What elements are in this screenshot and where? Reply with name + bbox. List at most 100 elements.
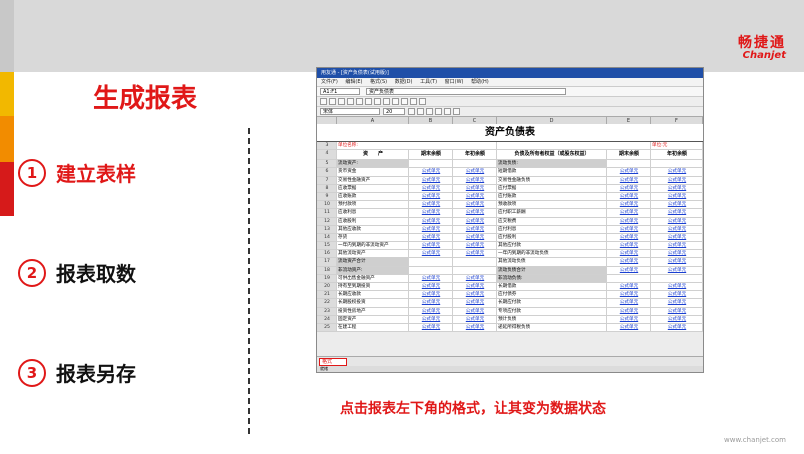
asset-item[interactable]: 应收账款 [337,192,409,201]
asset-item[interactable]: 流动资产合计 [337,258,409,266]
menu-tools[interactable]: 工具(T) [420,79,437,85]
formula-cell[interactable]: 公式单元 [409,242,453,250]
asset-item[interactable]: 货币资金 [337,168,409,176]
formula-cell[interactable]: 公式单元 [651,266,703,274]
menu-file[interactable]: 文件(F) [321,79,338,85]
liability-item[interactable]: 应付票据 [497,184,607,192]
formula-cell[interactable]: 公式单元 [607,184,651,192]
formula-cell[interactable]: 公式单元 [651,184,703,192]
formula-cell[interactable]: 公式单元 [607,283,651,291]
formula-cell[interactable]: 公式单元 [453,201,497,209]
asset-item[interactable]: 应收股利 [337,217,409,225]
formula-cell[interactable]: 公式单元 [607,192,651,201]
formula-cell[interactable]: 公式单元 [607,315,651,323]
formula-cell[interactable]: 公式单元 [651,209,703,217]
sum-icon[interactable] [392,98,399,105]
align-right-icon[interactable] [453,108,460,115]
formula-cell[interactable]: 公式单元 [607,323,651,332]
formula-cell[interactable]: 公式单元 [651,176,703,184]
formula-cell[interactable]: 公式单元 [607,209,651,217]
menu-edit[interactable]: 编辑(E) [345,79,362,85]
align-center-icon[interactable] [444,108,451,115]
liability-item[interactable]: 应付账款 [497,192,607,201]
liability-item[interactable]: 其他流动负债 [497,258,607,266]
open-icon[interactable] [329,98,336,105]
formula-cell[interactable]: 公式单元 [607,225,651,233]
formula-cell[interactable]: 公式单元 [453,323,497,332]
liability-item[interactable]: 应付利息 [497,225,607,233]
formula-cell[interactable]: 公式单元 [453,168,497,176]
spreadsheet-grid[interactable]: 资产负债表 3 单位名称: 单位:元 4 资 产 期末余额 年初余额 负债及所有… [317,124,703,333]
format-toggle-button[interactable]: 格式 [319,358,347,366]
formula-cell[interactable]: 公式单元 [409,299,453,307]
chart-icon[interactable] [401,98,408,105]
col-b[interactable]: B [409,117,453,124]
formula-cell[interactable]: 公式单元 [651,299,703,307]
formula-cell[interactable]: 公式单元 [409,323,453,332]
liability-item[interactable]: 流动负债: [497,160,607,168]
formula-cell[interactable]: 公式单元 [453,242,497,250]
font-size-select[interactable]: 20 [383,108,405,115]
formula-cell[interactable]: 公式单元 [651,192,703,201]
formula-cell[interactable]: 公式单元 [409,192,453,201]
formula-input[interactable]: 资产负债表 [366,88,566,95]
formula-cell[interactable]: 公式单元 [607,299,651,307]
formula-cell[interactable]: 公式单元 [409,315,453,323]
liability-item[interactable]: 长期借款 [497,283,607,291]
asset-item[interactable]: 一年内到期的非流动资产 [337,242,409,250]
undo-icon[interactable] [383,98,390,105]
formula-cell[interactable]: 公式单元 [453,250,497,258]
formula-cell[interactable]: 公式单元 [651,225,703,233]
formula-cell[interactable]: 公式单元 [453,291,497,299]
formula-cell[interactable]: 公式单元 [607,217,651,225]
asset-item[interactable]: 长期应收款 [337,291,409,299]
formula-cell[interactable]: 公式单元 [453,283,497,291]
formula-cell[interactable]: 公式单元 [453,184,497,192]
formula-cell[interactable]: 公式单元 [607,201,651,209]
formula-cell[interactable]: 公式单元 [409,250,453,258]
liability-item[interactable]: 一年内到期的非流动负债 [497,250,607,258]
formula-cell[interactable]: 公式单元 [607,168,651,176]
formula-cell[interactable]: 公式单元 [409,307,453,315]
col-c[interactable]: C [453,117,497,124]
liability-item[interactable]: 应交税费 [497,217,607,225]
liability-item[interactable]: 其他应付款 [497,242,607,250]
new-icon[interactable] [320,98,327,105]
formula-cell[interactable] [607,274,651,282]
formula-cell[interactable]: 公式单元 [453,176,497,184]
formula-cell[interactable]: 公式单元 [607,242,651,250]
asset-item[interactable]: 投资性房地产 [337,307,409,315]
formula-cell[interactable]: 公式单元 [651,315,703,323]
formula-cell[interactable]: 公式单元 [409,283,453,291]
asset-item[interactable]: 其他应收款 [337,225,409,233]
print-icon[interactable] [347,98,354,105]
liability-item[interactable]: 应付债券 [497,291,607,299]
menu-window[interactable]: 窗口(W) [445,79,464,85]
formula-cell[interactable]: 公式单元 [651,291,703,299]
cell-reference[interactable]: A1:F1 [320,88,360,95]
col-a[interactable]: A [337,117,409,124]
formula-cell[interactable]: 公式单元 [409,274,453,282]
formula-cell[interactable] [607,160,651,168]
col-d[interactable]: D [497,117,607,124]
asset-item[interactable]: 存货 [337,233,409,242]
formula-cell[interactable]: 公式单元 [651,323,703,332]
asset-item[interactable]: 其他流动资产 [337,250,409,258]
formula-cell[interactable]: 公式单元 [651,217,703,225]
asset-item[interactable]: 可供出售金融资产 [337,274,409,282]
formula-cell[interactable]: 公式单元 [651,242,703,250]
formula-cell[interactable]: 公式单元 [409,291,453,299]
zoom-icon[interactable] [419,98,426,105]
liability-item[interactable]: 交易性金融负债 [497,176,607,184]
asset-item[interactable]: 在建工程 [337,323,409,332]
align-left-icon[interactable] [435,108,442,115]
liability-item[interactable]: 流动负债合计 [497,266,607,274]
formula-cell[interactable]: 公式单元 [409,209,453,217]
formula-cell[interactable] [651,274,703,282]
formula-cell[interactable]: 公式单元 [651,283,703,291]
bold-icon[interactable] [408,108,415,115]
formula-cell[interactable]: 公式单元 [453,217,497,225]
formula-cell[interactable] [453,266,497,274]
menu-data[interactable]: 数据(D) [395,79,413,85]
formula-cell[interactable] [651,160,703,168]
